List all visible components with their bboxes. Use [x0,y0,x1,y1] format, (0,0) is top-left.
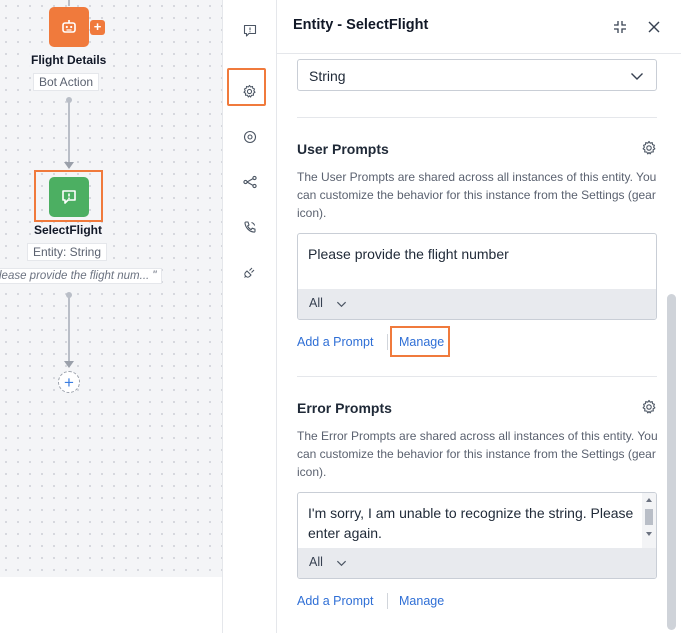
error-prompt-scrollbar[interactable] [642,493,656,550]
entity-type-select[interactable]: String [297,59,657,91]
gear-icon[interactable] [641,140,657,156]
user-prompts-description: The User Prompts are shared across all i… [297,170,657,220]
connector-arrow [64,361,74,368]
gear-icon [242,84,256,98]
flight-details-title: Flight Details [29,53,109,67]
select-flight-prompt-preview: lease provide the flight num... " [0,268,162,284]
select-flight-subtitle: Entity: String [27,243,108,261]
panel-title: Entity - SelectFlight [293,17,429,33]
bot-icon [62,20,76,33]
user-prompt-footer: All [298,289,656,319]
gear-icon[interactable] [641,399,657,415]
user-prompts-title: User Prompts [297,141,389,157]
close-button[interactable] [644,17,664,37]
chevron-down-icon[interactable] [336,299,347,310]
phone-icon [244,221,256,233]
panel-scrollbar[interactable] [667,294,676,630]
collapse-icon [614,21,626,33]
error-prompt-channel-select[interactable]: All [309,555,323,569]
chevron-down-icon[interactable] [336,558,347,569]
error-prompts-description: The Error Prompts are shared across all … [297,429,658,479]
tool-settings[interactable] [235,77,263,105]
connector-line [68,297,70,361]
target-icon [243,130,257,144]
select-flight-title: SelectFlight [32,223,105,237]
user-prompt-text[interactable]: Please provide the flight number [308,244,509,264]
entity-properties-panel: Entity - SelectFlight String User Prompt… [277,0,681,633]
section-divider [297,117,657,118]
chat-question-icon [243,24,257,37]
close-icon [648,21,660,33]
section-divider [297,376,657,377]
entity-type-value: String [309,68,346,84]
user-prompt-channel-select[interactable]: All [309,296,323,310]
user-manage-link[interactable]: Manage [399,335,444,349]
link-separator [387,334,388,350]
add-node-badge[interactable]: + [90,20,105,35]
tool-integrations[interactable] [236,258,264,286]
user-prompt-box[interactable]: Please provide the flight number All [297,233,657,320]
scroll-thumb[interactable] [645,509,653,525]
error-prompt-text[interactable]: I'm sorry, I am unable to recognize the … [308,503,638,543]
scroll-down-icon[interactable] [642,529,656,539]
connector-arrow [64,162,74,169]
error-prompt-box[interactable]: I'm sorry, I am unable to recognize the … [297,492,657,579]
share-nodes-icon [243,175,257,189]
connector-line [68,0,70,6]
flow-canvas[interactable]: + Flight Details Bot Action SelectFlight… [0,0,222,577]
plug-icon [244,267,255,278]
canvas-footer [0,577,222,633]
collapse-button[interactable] [610,17,630,37]
chat-question-icon [62,190,76,204]
select-flight-node-icon[interactable] [49,177,89,217]
error-prompt-footer: All [298,548,656,578]
error-prompts-title: Error Prompts [297,400,392,416]
link-separator [387,593,388,609]
flight-details-subtitle: Bot Action [33,73,100,91]
scroll-up-icon[interactable] [642,495,656,505]
panel-header: Entity - SelectFlight [277,0,681,54]
error-manage-link[interactable]: Manage [399,594,444,608]
connector-line [68,102,70,162]
flight-details-node-icon[interactable] [49,7,89,47]
tool-prompt[interactable] [236,17,264,45]
tool-voice[interactable] [236,213,264,241]
chevron-down-icon [631,73,643,80]
tool-target[interactable] [236,123,264,151]
side-toolbar [222,0,277,633]
tool-connections[interactable] [236,168,264,196]
user-add-prompt-link[interactable]: Add a Prompt [297,335,373,349]
add-node-button[interactable]: + [58,371,80,393]
error-add-prompt-link[interactable]: Add a Prompt [297,594,373,608]
